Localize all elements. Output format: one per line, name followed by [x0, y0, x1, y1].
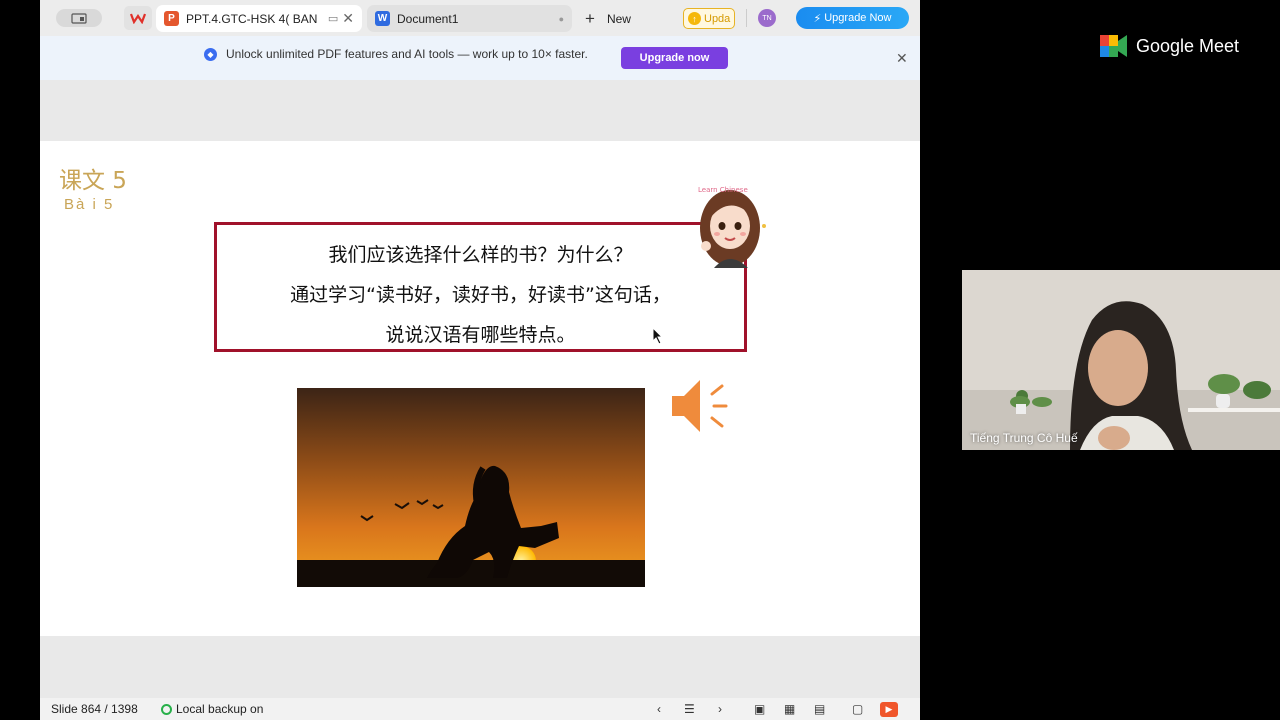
banner-upgrade-button[interactable]: Upgrade now [621, 47, 728, 69]
wps-logo-icon[interactable] [124, 6, 152, 30]
mouse-cursor-icon [652, 327, 664, 345]
divider [746, 9, 747, 27]
tab-presentation[interactable]: P PPT.4.GTC-HSK 4( BAN ▭ ✕ [156, 5, 362, 32]
monitor-icon: ▭ [327, 13, 339, 25]
prev-slide-icon[interactable]: ‹ [657, 702, 661, 716]
plus-icon: + [585, 9, 595, 28]
meet-logo-text: Google Meet [1136, 35, 1240, 56]
unsaved-dot-icon: ● [558, 13, 564, 24]
speaker-audio-icon[interactable] [668, 374, 733, 439]
avatar[interactable]: TN [758, 9, 776, 27]
update-label: Upda [704, 12, 731, 25]
google-meet-logo: Google Meet [1100, 35, 1239, 57]
play-slideshow-icon[interactable]: ▶ [880, 702, 898, 717]
grid-view-icon[interactable]: ▦ [784, 702, 795, 716]
normal-view-icon[interactable]: ▣ [754, 702, 765, 716]
camera-icon[interactable]: ▢ [852, 702, 863, 716]
upgrade-label: Upgrade Now [824, 12, 892, 24]
slide-canvas[interactable]: 课文 5 Bà i 5 我们应该选择什么样的书？为什么？ 通过学习“读书好，读好… [40, 141, 920, 636]
arrow-up-icon: ↑ [688, 12, 701, 25]
tab-title: PPT.4.GTC-HSK 4( BAN [186, 11, 318, 26]
sticker-text: Learn Chinese [698, 186, 748, 194]
question-line: 说说汉语有哪些特点。 [385, 324, 576, 346]
close-tab-icon[interactable]: ✕ [342, 10, 354, 27]
window-icon [71, 12, 87, 24]
outline-list-icon[interactable]: ☰ [684, 702, 695, 716]
check-circle-icon [161, 703, 172, 715]
status-bar: Slide 864 / 1398 Local backup on ‹ ☰ › ▣… [40, 698, 920, 720]
upgrade-now-button[interactable]: ⚡ Upgrade Now [796, 7, 909, 29]
word-file-icon: W [375, 11, 390, 26]
question-box: 我们应该选择什么样的书？为什么？ 通过学习“读书好，读好书，好读书”这句话， 说… [214, 222, 747, 352]
question-line: 通过学习“读书好，读好书，好读书”这句话， [290, 284, 671, 306]
meet-camera-icon [1100, 35, 1127, 57]
slide-counter: Slide 864 / 1398 [51, 702, 138, 716]
participant-name: Tiếng Trung Cô Huế [970, 431, 1078, 445]
wps-window: P PPT.4.GTC-HSK 4( BAN ▭ ✕ W Document1 ●… [40, 0, 920, 720]
new-tab-button[interactable]: + New [585, 9, 631, 29]
participant-video-tile[interactable]: Tiếng Trung Cô Huế [962, 270, 1280, 450]
promo-banner: ◆ Unlock unlimited PDF features and AI t… [40, 36, 920, 80]
close-banner-icon[interactable]: ✕ [896, 50, 908, 67]
lesson-title: 课文 5 [59, 168, 127, 194]
tab-document[interactable]: W Document1 ● [367, 5, 572, 32]
backup-label: Local backup on [176, 702, 264, 716]
ppt-file-icon: P [164, 11, 179, 26]
lightning-icon: ⚡ [813, 12, 822, 25]
reading-view-icon[interactable]: ▤ [814, 702, 825, 716]
banner-text: Unlock unlimited PDF features and AI too… [226, 47, 588, 61]
backup-status[interactable]: Local backup on [161, 702, 263, 716]
tab-title: Document1 [397, 11, 459, 26]
next-slide-icon[interactable]: › [718, 702, 722, 716]
sunset-reading-photo [297, 388, 645, 587]
update-button[interactable]: ↑ Upda [683, 8, 735, 29]
participant-video [962, 270, 1280, 450]
shield-icon: ◆ [204, 47, 217, 61]
question-line: 我们应该选择什么样的书？为什么？ [328, 244, 633, 266]
lesson-subtitle: Bà i 5 [64, 196, 115, 213]
cartoon-girl-sticker: Learn Chinese [698, 186, 766, 268]
new-tab-label: New [606, 12, 631, 26]
tab-bar: P PPT.4.GTC-HSK 4( BAN ▭ ✕ W Document1 ●… [40, 0, 920, 36]
window-switch-button[interactable] [56, 9, 102, 27]
